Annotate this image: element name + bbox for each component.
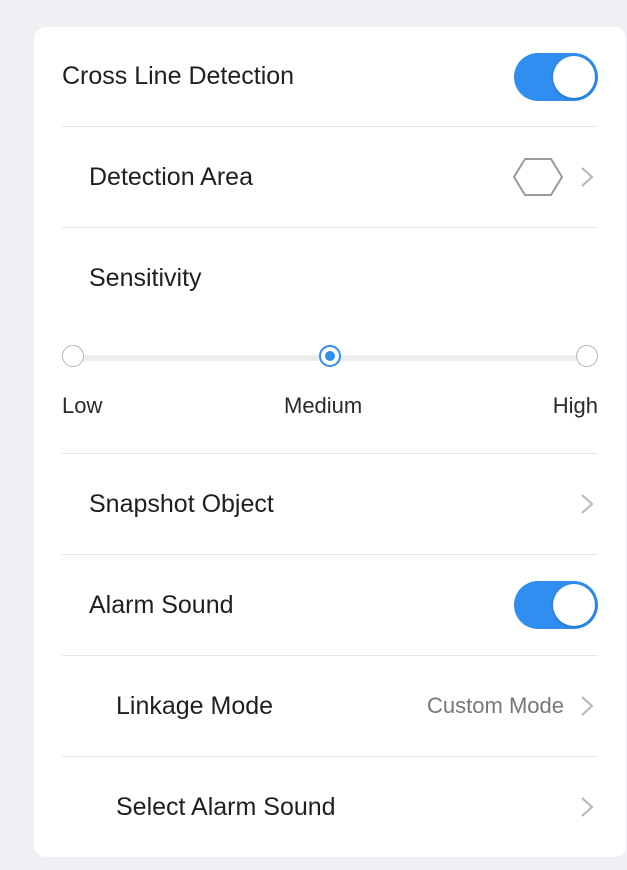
snapshot-object-row[interactable]: Snapshot Object [62,454,598,555]
cross-line-detection-toggle[interactable] [514,52,598,101]
hexagon-icon [512,158,564,196]
sensitivity-high-label: High [552,393,598,418]
sensitivity-medium-option[interactable] [319,345,341,367]
snapshot-object-label: Snapshot Object [89,489,274,518]
chevron-right-icon [581,494,594,514]
chevron-right-icon [581,797,594,817]
detection-area-label: Detection Area [89,162,253,191]
sensitivity-high-option[interactable] [576,345,598,367]
cross-line-detection-label: Cross Line Detection [62,62,295,90]
alarm-sound-row: Alarm Sound [62,555,598,656]
linkage-mode-value: Custom Mode [427,693,564,718]
alarm-sound-label: Alarm Sound [89,590,234,619]
sensitivity-low-option[interactable] [62,345,84,367]
sensitivity-label: Sensitivity [89,263,202,292]
cross-line-detection-row: Cross Line Detection [62,27,598,127]
toggle-knob [553,584,595,626]
alarm-sound-toggle[interactable] [514,581,598,629]
select-alarm-sound-row[interactable]: Select Alarm Sound [62,757,598,857]
chevron-right-icon [581,167,594,187]
settings-card: Cross Line Detection Detection Area Sens… [34,27,626,857]
sensitivity-low-label: Low [62,393,103,418]
chevron-right-icon [581,696,594,716]
sensitivity-medium-label: Medium [284,393,363,418]
sensitivity-row: Sensitivity [62,228,598,328]
linkage-mode-row[interactable]: Linkage Mode Custom Mode [62,656,598,757]
linkage-mode-label: Linkage Mode [116,691,274,720]
detection-area-row[interactable]: Detection Area [62,127,598,228]
sensitivity-slider[interactable]: Low Medium High [62,343,598,453]
select-alarm-sound-label: Select Alarm Sound [116,792,336,821]
toggle-knob [553,55,595,98]
